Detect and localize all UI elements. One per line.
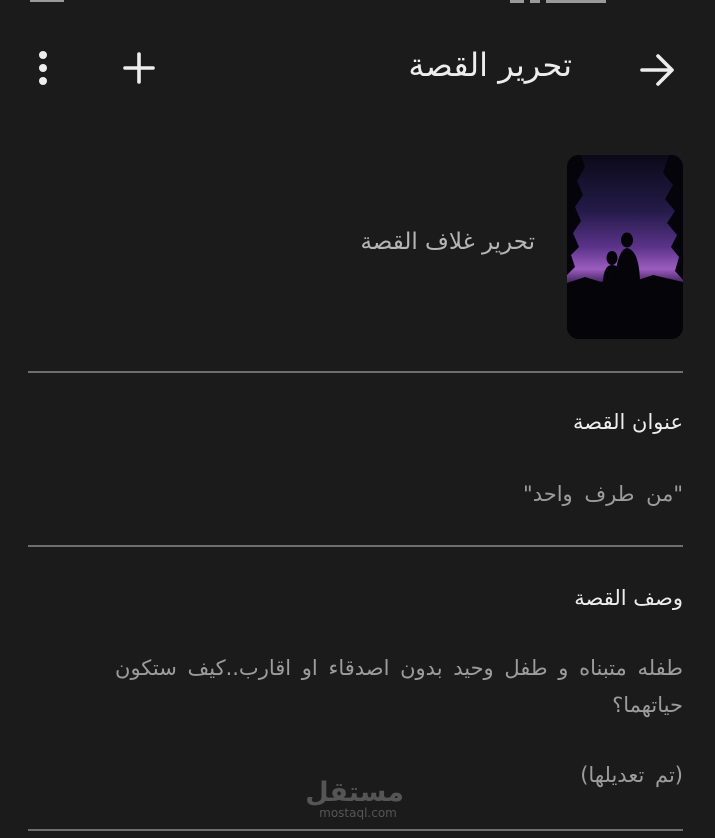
status-bar-right-glyphs [510, 0, 650, 3]
story-description-field[interactable]: طفله متبناه و طفل وحيد بدون اصدقاء او اق… [88, 650, 683, 724]
watermark-latin-text: mostaql.com [319, 806, 397, 820]
status-bar-left-glyph [30, 0, 64, 2]
page-title: تحرير القصة [408, 46, 572, 84]
toolbar: تحرير القصة [0, 30, 715, 105]
couple-silhouette-image [567, 155, 683, 339]
divider [28, 371, 683, 373]
story-description-label: وصف القصة [574, 586, 683, 610]
edited-note: (تم تعديلها) [580, 763, 683, 787]
watermark-arabic-text: مستقل [305, 777, 404, 808]
plus-icon [123, 52, 155, 84]
add-button[interactable] [117, 46, 161, 90]
more-options-button[interactable] [25, 46, 61, 90]
edit-cover-link[interactable]: تحرير غلاف القصة [360, 229, 535, 255]
back-button[interactable] [636, 48, 680, 92]
arrow-right-icon [640, 54, 674, 86]
story-title-field[interactable]: "من طرف واحد" [523, 482, 683, 506]
divider [28, 545, 683, 547]
status-bar [0, 0, 715, 10]
cover-section: تحرير غلاف القصة [28, 155, 683, 339]
watermark-logo: مستقل mostaql.com [305, 777, 404, 820]
more-vertical-icon [39, 51, 47, 85]
story-title-label: عنوان القصة [573, 410, 683, 434]
divider [28, 829, 683, 831]
cover-image[interactable] [567, 155, 683, 339]
